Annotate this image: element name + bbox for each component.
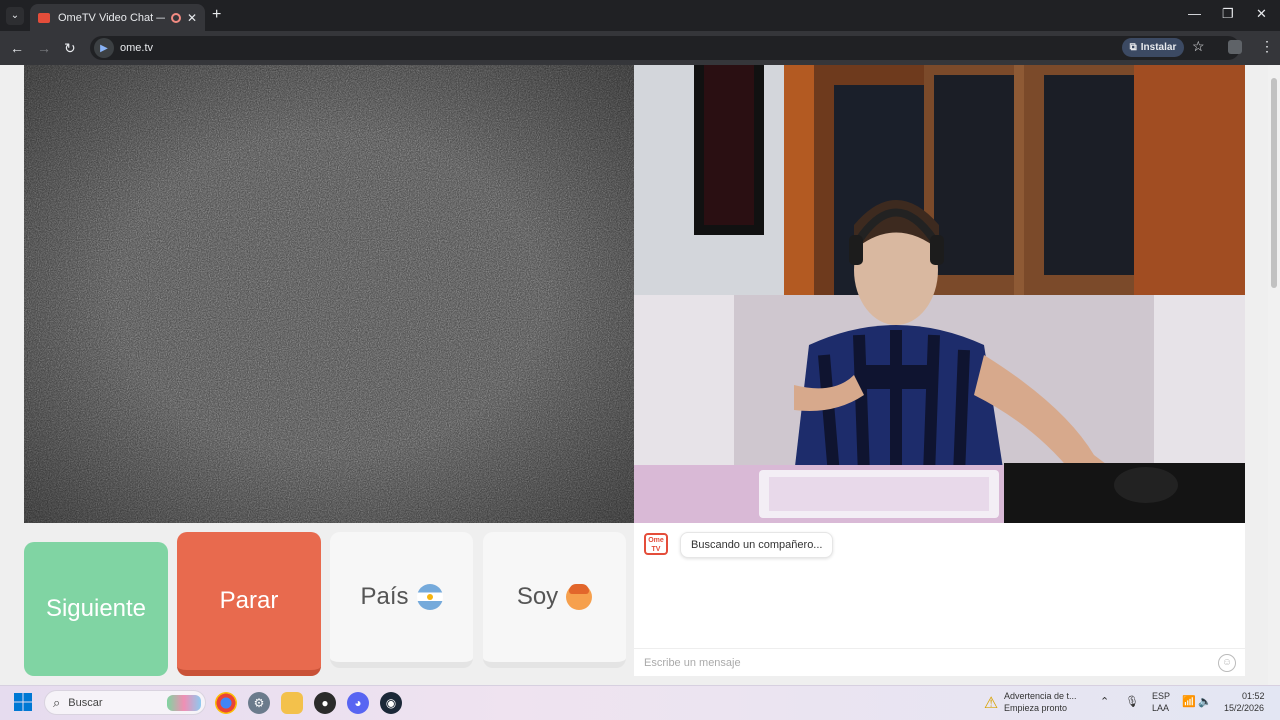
ometv-logo: Ome TV bbox=[644, 533, 668, 555]
chrome-icon[interactable] bbox=[215, 692, 237, 714]
taskbar-search[interactable]: ⌕ Buscar bbox=[44, 690, 206, 715]
menu-icon[interactable]: ⋮ bbox=[1260, 38, 1274, 55]
next-button[interactable]: Siguiente bbox=[24, 542, 168, 676]
search-label: Buscar bbox=[68, 696, 103, 709]
search-icon: ⌕ bbox=[53, 694, 61, 710]
clock-time[interactable]: 01:52 bbox=[1242, 690, 1265, 702]
browser-tab[interactable]: OmeTV Video Chat — Ome ✕ bbox=[30, 4, 205, 31]
volume-icon[interactable]: 🔈 bbox=[1198, 696, 1212, 708]
country-label: País bbox=[360, 583, 409, 610]
notification-title[interactable]: Advertencia de t... bbox=[1004, 690, 1077, 702]
warning-icon[interactable]: ⚠ bbox=[980, 692, 1002, 714]
new-tab-button[interactable]: + bbox=[212, 6, 221, 24]
tab-close-icon[interactable]: ✕ bbox=[187, 11, 197, 25]
ometv-favicon-icon bbox=[38, 12, 50, 23]
gender-button[interactable]: Soy bbox=[483, 532, 626, 668]
next-label: Siguiente bbox=[45, 595, 147, 622]
site-info-icon[interactable]: ▶ bbox=[94, 38, 114, 58]
notification-subtitle: Empieza pronto bbox=[1004, 703, 1068, 713]
install-icon: ⧉ bbox=[1129, 42, 1137, 53]
tab-title: OmeTV Video Chat — Ome bbox=[58, 11, 165, 24]
files-icon[interactable] bbox=[281, 692, 303, 714]
app-icon[interactable]: ● bbox=[314, 692, 336, 714]
extension-icon[interactable] bbox=[1228, 40, 1242, 54]
reload-icon[interactable]: ↻ bbox=[64, 40, 76, 57]
scrollbar-thumb[interactable] bbox=[1271, 78, 1277, 288]
discord-icon[interactable]: ◕ bbox=[347, 692, 369, 714]
minimize-button[interactable]: — bbox=[1188, 6, 1201, 21]
language-code[interactable]: ESP bbox=[1152, 690, 1170, 702]
forward-icon[interactable]: → bbox=[37, 40, 51, 56]
country-button[interactable]: País bbox=[330, 532, 473, 668]
url-text: ome.tv bbox=[120, 42, 154, 54]
gender-label: Soy bbox=[516, 583, 559, 610]
self-camera-video bbox=[634, 65, 1245, 523]
recording-indicator-icon bbox=[170, 12, 181, 23]
tab-list-icon[interactable]: ⌄ bbox=[6, 7, 24, 25]
clock-date[interactable]: 15/2/2026 bbox=[1224, 702, 1264, 714]
back-icon[interactable]: ← bbox=[10, 40, 24, 56]
settings-icon[interactable]: ⚙ bbox=[248, 692, 270, 714]
stop-button[interactable]: Parar bbox=[177, 532, 321, 676]
mic-icon[interactable]: 🎙 bbox=[1125, 696, 1139, 708]
face-emoji-icon bbox=[566, 584, 593, 610]
wifi-icon[interactable]: 📶 bbox=[1182, 696, 1196, 708]
keyboard-layout[interactable]: LAA bbox=[1152, 702, 1169, 714]
status-message: Buscando un compañero... bbox=[680, 532, 834, 558]
tray-expand-icon[interactable]: ⌃ bbox=[1100, 696, 1109, 708]
install-button[interactable]: ⧉ Instalar bbox=[1122, 38, 1184, 57]
windows-start-icon[interactable] bbox=[14, 693, 32, 711]
maximize-button[interactable]: ❐ bbox=[1222, 6, 1234, 22]
search-highlight-image bbox=[167, 694, 201, 711]
camera-scene bbox=[634, 65, 1245, 523]
emoji-icon[interactable]: ☺ bbox=[1218, 654, 1236, 672]
bookmark-star-icon[interactable]: ☆ bbox=[1192, 38, 1205, 55]
omnibox[interactable]: ▶ ome.tv bbox=[90, 36, 1240, 60]
static-noise bbox=[24, 65, 634, 523]
install-label: Instalar bbox=[1140, 42, 1177, 53]
steam-icon[interactable]: ◉ bbox=[380, 692, 402, 714]
close-window-button[interactable]: ✕ bbox=[1256, 6, 1267, 22]
message-input[interactable]: Escribe un mensaje bbox=[634, 648, 1245, 676]
stop-label: Parar bbox=[219, 587, 279, 614]
partner-video bbox=[24, 65, 634, 523]
address-bar-row: ← → ↻ ▶ ome.tv bbox=[0, 31, 1280, 65]
flag-argentina-icon bbox=[416, 584, 443, 610]
